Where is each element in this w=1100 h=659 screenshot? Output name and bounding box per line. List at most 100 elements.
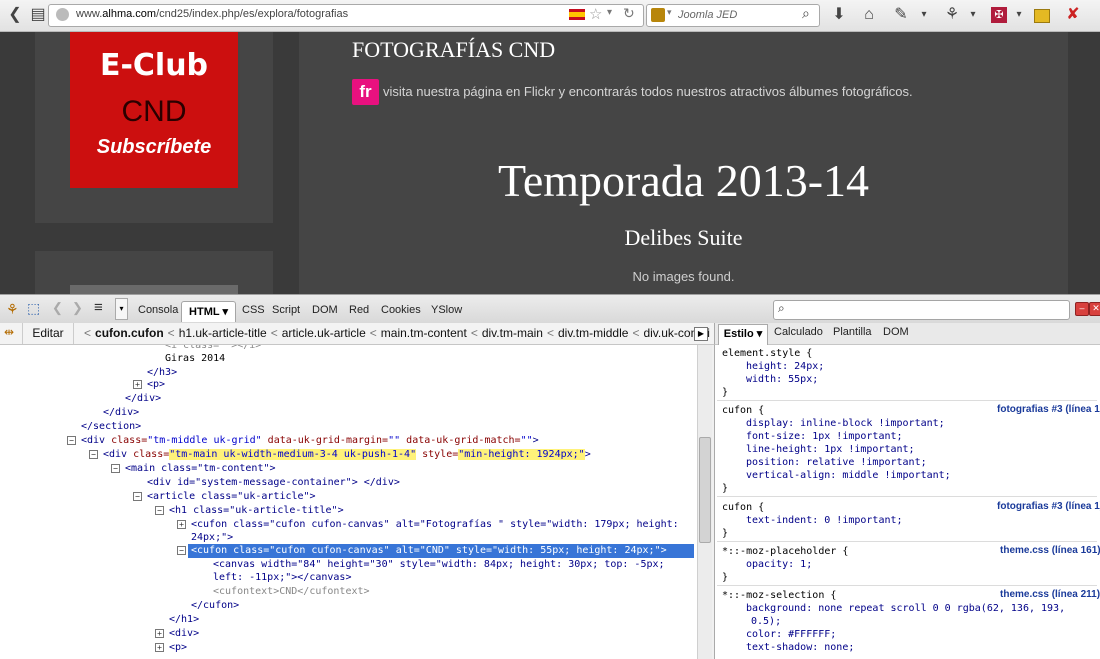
tab-estilo[interactable]: Estilo ▾ <box>718 324 768 345</box>
css-rule[interactable]: width: 55px; <box>746 373 818 386</box>
breadcrumb-item[interactable]: div.tm-middle <box>558 326 628 340</box>
expand-icon[interactable]: ⇹ <box>4 325 14 339</box>
tab-plantilla[interactable]: Plantilla <box>833 326 872 338</box>
css-rule[interactable]: vertical-align: middle !important; <box>746 469 951 482</box>
collapse-toggle-icon[interactable]: − <box>133 492 142 501</box>
web-developer-icon[interactable]: ✘ <box>1062 5 1084 25</box>
css-source-link[interactable]: theme.css (línea 161) <box>1000 545 1100 556</box>
page-menu-icon[interactable]: ▤ <box>27 5 49 25</box>
tree-line[interactable]: <p> <box>147 378 165 392</box>
tree-line[interactable]: </h1> <box>169 613 199 627</box>
search-icon[interactable]: ⌕ <box>802 5 810 22</box>
css-rule[interactable]: background: none repeat scroll 0 0 rgba(… <box>746 602 1065 615</box>
joomla-engine-icon[interactable] <box>651 8 665 22</box>
search-bar[interactable]: ▾ Joomla JED ⌕ <box>646 4 820 27</box>
css-rule[interactable]: text-indent: 0 !important; <box>746 514 903 527</box>
scroll-right-icon[interactable]: ▶ <box>694 327 708 341</box>
tab-cookies[interactable]: Cookies <box>381 304 421 316</box>
tree-line[interactable]: </cufon> <box>191 599 239 613</box>
css-rule[interactable]: opacity: 1; <box>746 558 812 571</box>
tab-red[interactable]: Red <box>349 304 369 316</box>
addon-dropdown-icon[interactable]: ▾ <box>1008 5 1030 25</box>
collapse-toggle-icon[interactable]: − <box>89 450 98 459</box>
addon-icon[interactable]: ✠ <box>991 7 1007 23</box>
spanish-flag-icon[interactable] <box>569 9 585 20</box>
tree-line[interactable]: <canvas width="84" height="30" style="wi… <box>213 558 665 572</box>
tab-dom-side[interactable]: DOM <box>883 326 909 338</box>
collapse-toggle-icon[interactable]: − <box>67 436 76 445</box>
breadcrumb-item[interactable]: article.uk-article <box>282 326 366 340</box>
css-source-link[interactable]: fotografias #3 (línea 1) <box>997 404 1100 415</box>
tree-line[interactable]: <div> <box>169 627 199 641</box>
next-icon[interactable]: ❯ <box>72 300 83 316</box>
expand-toggle-icon[interactable]: + <box>177 520 186 529</box>
css-rule[interactable]: font-size: 1px !important; <box>746 430 903 443</box>
firebug-search-input[interactable]: ⌕ <box>773 300 1070 320</box>
tree-line[interactable]: <div class="tm-main uk-width-medium-3-4 … <box>103 448 591 462</box>
collapse-toggle-icon[interactable]: − <box>111 464 120 473</box>
css-rule[interactable]: height: 24px; <box>746 360 824 373</box>
flickr-icon[interactable]: fr <box>352 79 379 105</box>
dropdown-arrow-icon[interactable]: ▾ <box>607 7 612 18</box>
tree-line[interactable]: <cufontext>CND</cufontext> <box>213 585 370 599</box>
expand-toggle-icon[interactable]: + <box>155 629 164 638</box>
expand-toggle-icon[interactable]: + <box>133 380 142 389</box>
tree-line[interactable]: <main class="tm-content"> <box>125 462 276 476</box>
breadcrumb-item[interactable]: h1.uk-article-title <box>179 326 267 340</box>
scrollbar-thumb[interactable] <box>699 437 711 543</box>
breadcrumb-item[interactable]: cufon.cufon <box>95 326 164 340</box>
ruler-icon[interactable] <box>1034 9 1050 23</box>
tree-line[interactable]: <article class="uk-article"> <box>147 490 316 504</box>
tab-script[interactable]: Script <box>272 304 300 316</box>
pen-tool-icon[interactable]: ✎ <box>890 5 912 25</box>
reload-icon[interactable]: ↻ <box>623 5 635 22</box>
download-icon[interactable]: ⬇ <box>828 5 850 25</box>
firebug-dropdown-icon[interactable]: ▾ <box>962 5 984 25</box>
tree-line[interactable]: </div> <box>125 392 161 406</box>
close-icon[interactable]: ✕ <box>1089 302 1100 316</box>
tree-line[interactable]: <div id="system-message-container"> </di… <box>147 476 400 490</box>
minimize-icon[interactable]: – <box>1075 302 1089 316</box>
expand-toggle-icon[interactable]: + <box>155 643 164 652</box>
edit-button[interactable]: Editar <box>22 323 74 344</box>
tab-yslow[interactable]: YSlow <box>431 304 462 316</box>
tab-calculado[interactable]: Calculado <box>774 326 823 338</box>
css-rule[interactable]: color: #FFFFFF; <box>746 628 836 641</box>
address-bar[interactable]: www.alhma.com/cnd25/index.php/es/explora… <box>48 4 644 27</box>
collapse-toggle-icon[interactable]: − <box>155 506 164 515</box>
home-icon[interactable]: ⌂ <box>858 5 880 25</box>
selected-tree-line[interactable]: <cufon class="cufon cufon-canvas" alt="C… <box>191 544 667 558</box>
tree-line[interactable]: <cufon class="cufon cufon-canvas" alt="F… <box>191 518 679 532</box>
tab-html[interactable]: HTML ▾ <box>181 301 236 322</box>
eclub-subscribe-banner[interactable]: E-Club CND Subscríbete <box>70 32 238 188</box>
prev-icon[interactable]: ❮ <box>52 300 63 316</box>
tree-line[interactable]: <p> <box>169 641 187 655</box>
css-source-link[interactable]: fotografias #3 (línea 1) <box>997 501 1100 512</box>
list-menu-icon[interactable]: ≡ <box>94 299 103 316</box>
breadcrumb-item[interactable]: main.tm-content <box>381 326 467 340</box>
tree-line[interactable]: <h1 class="uk-article-title"> <box>169 504 344 518</box>
css-source-link[interactable]: theme.css (línea 211) <box>1000 589 1100 600</box>
engine-dropdown-icon[interactable]: ▾ <box>667 7 672 18</box>
tab-css[interactable]: CSS <box>242 304 265 316</box>
tree-line[interactable]: </div> <box>103 406 139 420</box>
firebug-menu-icon[interactable]: ⚘ <box>6 301 19 318</box>
back-arrow-icon[interactable]: ❮ <box>4 5 26 25</box>
flickr-link[interactable]: visita nuestra página en Flickr y encont… <box>383 84 913 99</box>
tab-dom[interactable]: DOM <box>312 304 338 316</box>
css-rule[interactable]: display: inline-block !important; <box>746 417 945 430</box>
tree-line: left: -11px;"></canvas> <box>213 572 352 583</box>
panel-dropdown-icon[interactable]: ▾ <box>115 298 128 320</box>
breadcrumb-item[interactable]: div.tm-main <box>482 326 543 340</box>
css-rule[interactable]: position: relative !important; <box>746 456 927 469</box>
tree-line[interactable]: <div class="tm-middle uk-grid" data-uk-g… <box>81 434 539 448</box>
star-bookmark-icon[interactable]: ☆ <box>589 5 602 23</box>
inspect-icon[interactable]: ⬚ <box>27 300 40 317</box>
firebug-icon[interactable]: ⚘ <box>941 5 963 25</box>
css-rule[interactable]: text-shadow: none; <box>746 641 854 654</box>
tab-consola[interactable]: Consola <box>138 304 178 316</box>
tree-line[interactable]: </section> <box>81 420 141 434</box>
tool-dropdown-icon[interactable]: ▾ <box>913 5 935 25</box>
css-rule[interactable]: line-height: 1px !important; <box>746 443 915 456</box>
collapse-toggle-icon[interactable]: − <box>177 546 186 555</box>
